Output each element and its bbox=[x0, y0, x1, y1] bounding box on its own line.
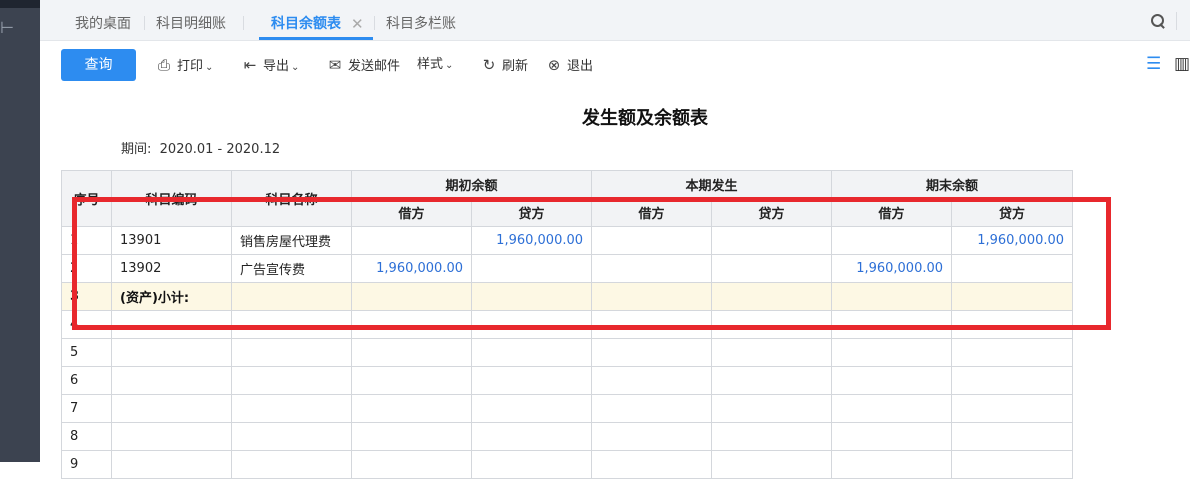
empty-cell bbox=[591, 450, 713, 479]
export-icon: ⇤ bbox=[243, 56, 257, 74]
chart-view-icon[interactable]: ▥ bbox=[1174, 54, 1190, 74]
tab-account-balance-sheet[interactable]: 科目余额表 bbox=[271, 10, 341, 40]
empty-cell bbox=[711, 338, 833, 367]
empty-cell bbox=[591, 338, 713, 367]
empty-cell bbox=[831, 394, 953, 423]
table-row: 7 bbox=[61, 394, 1074, 423]
empty-cell bbox=[470, 450, 593, 479]
account-code bbox=[111, 338, 232, 367]
chevron-down-icon: ⌄ bbox=[205, 62, 214, 73]
period-label: 期间: bbox=[121, 142, 152, 157]
empty-cell bbox=[951, 450, 1074, 479]
tab-separator bbox=[144, 16, 145, 30]
tab-close-icon[interactable]: ✕ bbox=[351, 10, 364, 40]
tab-account-detail-ledger[interactable]: 科目明细账 bbox=[156, 10, 226, 40]
refresh-button[interactable]: ↻ 刷新 bbox=[480, 49, 528, 81]
empty-cell bbox=[470, 338, 593, 367]
empty-cell bbox=[831, 366, 953, 395]
empty-cell bbox=[711, 422, 833, 451]
period-info: 期间: 2020.01 - 2020.12 bbox=[121, 138, 280, 157]
empty-cell bbox=[470, 394, 593, 423]
tab-separator bbox=[243, 16, 244, 30]
send-mail-label: 发送邮件 bbox=[348, 59, 401, 74]
empty-cell bbox=[711, 394, 833, 423]
refresh-label: 刷新 bbox=[502, 59, 529, 74]
account-code bbox=[111, 366, 232, 395]
account-code bbox=[111, 422, 232, 451]
empty-cell bbox=[351, 450, 472, 479]
row-seq: 5 bbox=[61, 338, 112, 367]
empty-cell bbox=[351, 422, 472, 451]
print-icon: ⎙ bbox=[157, 56, 170, 74]
sidebar: ⊢ bbox=[0, 0, 40, 462]
style-button[interactable]: 样式 ⌄ bbox=[417, 49, 453, 81]
empty-cell bbox=[831, 450, 953, 479]
empty-cell bbox=[711, 450, 833, 479]
empty-cell bbox=[591, 422, 713, 451]
report-title: 发生额及余额表 bbox=[582, 108, 708, 129]
empty-cell bbox=[831, 422, 953, 451]
row-seq: 7 bbox=[61, 394, 112, 423]
header-opening-balance: 期初余额 bbox=[350, 170, 593, 199]
table-row: 8 bbox=[61, 422, 1074, 451]
empty-cell bbox=[351, 366, 472, 395]
row-seq: 8 bbox=[61, 422, 112, 451]
empty-cell bbox=[951, 338, 1074, 367]
style-label: 样式 bbox=[417, 57, 444, 72]
period-value: 2020.01 - 2020.12 bbox=[159, 142, 281, 157]
search-icon[interactable] bbox=[1150, 13, 1166, 29]
account-name bbox=[231, 338, 352, 367]
table-row: 5 bbox=[61, 338, 1074, 367]
empty-cell bbox=[711, 366, 833, 395]
tab-my-desktop[interactable]: 我的桌面 bbox=[75, 10, 131, 40]
empty-cell bbox=[351, 394, 472, 423]
empty-cell bbox=[951, 394, 1074, 423]
header-current-period: 本期发生 bbox=[591, 170, 833, 199]
sidebar-menu-icon[interactable]: ⊢ bbox=[0, 18, 14, 38]
toolbar: 查询 ⎙ 打印 ⌄ ⇤ 导出 ⌄ ✉ 发送邮件 样式 ⌄ ↻ 刷新 ⊗ 退出 ☰ ▥ bbox=[40, 41, 1190, 89]
account-name bbox=[231, 422, 352, 451]
sidebar-top-strip bbox=[0, 0, 40, 8]
empty-cell bbox=[951, 422, 1074, 451]
header-closing-balance: 期末余额 bbox=[831, 170, 1074, 199]
row-seq: 6 bbox=[61, 366, 112, 395]
query-button[interactable]: 查询 bbox=[61, 49, 136, 81]
empty-cell bbox=[470, 422, 593, 451]
active-tab-indicator bbox=[259, 37, 373, 40]
account-name bbox=[231, 394, 352, 423]
list-view-icon[interactable]: ☰ bbox=[1146, 54, 1161, 74]
refresh-icon: ↻ bbox=[482, 56, 496, 74]
tab-separator bbox=[374, 16, 375, 30]
empty-cell bbox=[470, 366, 593, 395]
empty-cell bbox=[591, 394, 713, 423]
tab-bar: 我的桌面 科目明细账 科目余额表 ✕ 科目多栏账 bbox=[40, 0, 1190, 41]
account-code bbox=[111, 394, 232, 423]
print-button[interactable]: ⎙ 打印 ⌄ bbox=[155, 49, 213, 81]
send-mail-button[interactable]: ✉ 发送邮件 bbox=[326, 49, 400, 81]
exit-button[interactable]: ⊗ 退出 bbox=[545, 49, 593, 81]
highlight-annotation-box bbox=[72, 197, 1111, 330]
table-row: 9 bbox=[61, 450, 1074, 479]
close-circle-icon: ⊗ bbox=[547, 56, 561, 74]
empty-cell bbox=[951, 366, 1074, 395]
account-name bbox=[231, 366, 352, 395]
export-button[interactable]: ⇤ 导出 ⌄ bbox=[241, 49, 300, 81]
print-label: 打印 bbox=[177, 59, 204, 74]
row-seq: 9 bbox=[61, 450, 112, 479]
table-row: 6 bbox=[61, 366, 1074, 395]
exit-label: 退出 bbox=[567, 59, 594, 74]
divider bbox=[1176, 12, 1177, 30]
export-label: 导出 bbox=[263, 59, 290, 74]
chevron-down-icon: ⌄ bbox=[445, 60, 454, 71]
account-name bbox=[231, 450, 352, 479]
account-code bbox=[111, 450, 232, 479]
empty-cell bbox=[351, 338, 472, 367]
tab-multi-column-ledger[interactable]: 科目多栏账 bbox=[386, 10, 456, 40]
chevron-down-icon: ⌄ bbox=[291, 62, 300, 73]
empty-cell bbox=[831, 338, 953, 367]
empty-cell bbox=[591, 366, 713, 395]
mail-icon: ✉ bbox=[328, 56, 342, 74]
